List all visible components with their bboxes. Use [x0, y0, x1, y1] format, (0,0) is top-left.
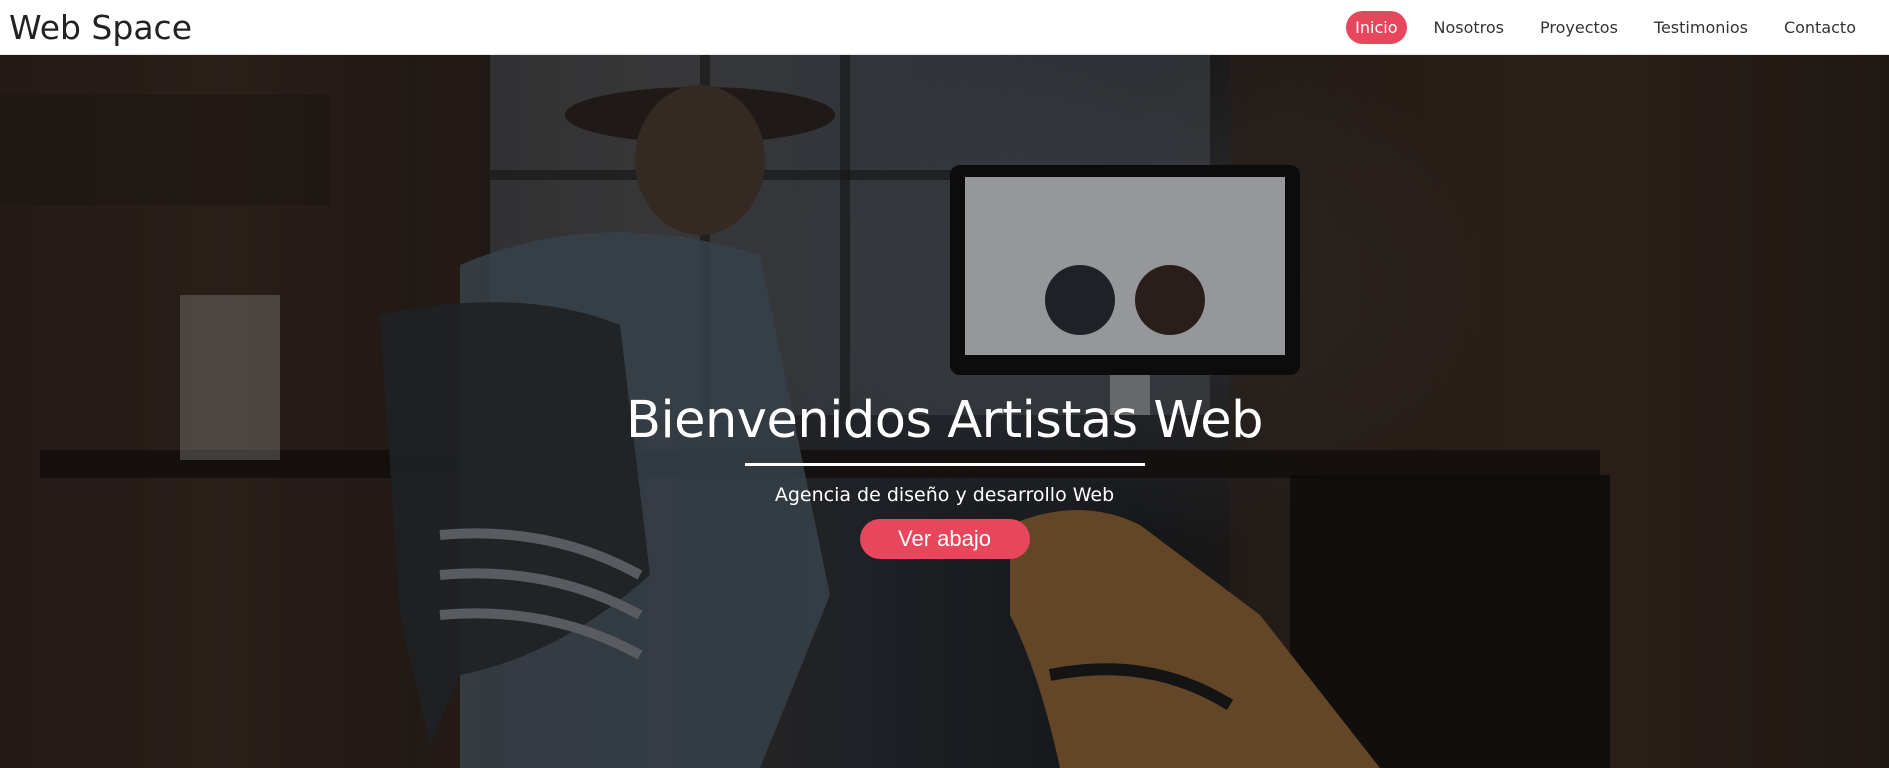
navbar: Web Space Inicio Nosotros Proyectos Test…	[0, 0, 1889, 55]
hero-divider	[744, 463, 1145, 466]
nav-item-nosotros[interactable]: Nosotros	[1425, 11, 1514, 44]
nav-item-contacto[interactable]: Contacto	[1775, 11, 1865, 44]
site-logo[interactable]: Web Space	[9, 0, 192, 55]
nav-menu: Inicio Nosotros Proyectos Testimonios Co…	[1336, 10, 1865, 44]
hero-content: Bienvenidos Artistas Web Agencia de dise…	[0, 55, 1889, 768]
nav-item-proyectos[interactable]: Proyectos	[1531, 11, 1627, 44]
ver-abajo-button[interactable]: Ver abajo	[859, 519, 1030, 559]
nav-item-inicio[interactable]: Inicio	[1346, 10, 1407, 44]
hero-subtitle: Agencia de diseño y desarrollo Web	[774, 484, 1115, 506]
nav-item-testimonios[interactable]: Testimonios	[1645, 11, 1757, 44]
hero-title: Bienvenidos Artistas Web	[625, 391, 1264, 450]
hero-section: Bienvenidos Artistas Web Agencia de dise…	[0, 55, 1889, 768]
